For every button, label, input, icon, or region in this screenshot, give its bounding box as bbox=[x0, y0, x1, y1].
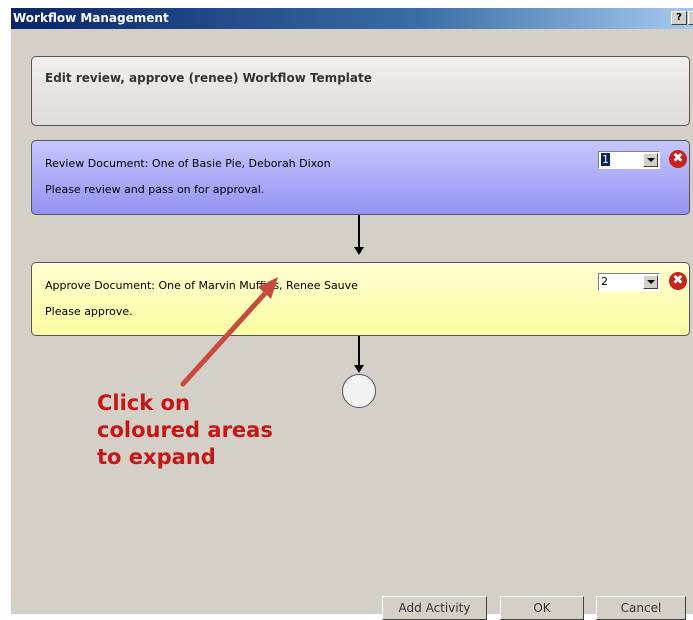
chevron-down-icon[interactable] bbox=[643, 153, 658, 167]
flow-arrow-icon bbox=[354, 365, 364, 373]
activity-description: Please review and pass on for approval. bbox=[45, 183, 265, 196]
title-bar: Workflow Management ? ✕ bbox=[11, 8, 693, 29]
annotation-line: coloured areas bbox=[97, 418, 273, 442]
activity-order-select[interactable]: 2 bbox=[598, 273, 660, 291]
activity-title: Approve Document: One of Marvin Muffins,… bbox=[45, 279, 358, 292]
ok-button[interactable]: OK bbox=[500, 596, 584, 620]
order-value: 1 bbox=[601, 153, 610, 166]
flow-connector-line bbox=[358, 336, 360, 366]
template-header-panel[interactable]: Edit review, approve (renee) Workflow Te… bbox=[31, 56, 690, 126]
flow-arrow-icon bbox=[354, 247, 364, 255]
activity-panel-review[interactable]: Review Document: One of Basie Pie, Debor… bbox=[31, 140, 690, 215]
annotation-line: to expand bbox=[97, 445, 216, 469]
chevron-down-icon[interactable] bbox=[643, 275, 658, 289]
workflow-management-window: Workflow Management ? ✕ Edit review, app… bbox=[10, 8, 693, 614]
delete-activity-icon[interactable]: ✖ bbox=[669, 272, 687, 290]
activity-panel-approve[interactable]: Approve Document: One of Marvin Muffins,… bbox=[31, 262, 690, 336]
add-activity-button[interactable]: Add Activity bbox=[382, 596, 487, 620]
activity-title: Review Document: One of Basie Pie, Debor… bbox=[45, 157, 331, 170]
flow-connector-line bbox=[358, 215, 360, 248]
order-value: 2 bbox=[601, 275, 608, 288]
template-title: Edit review, approve (renee) Workflow Te… bbox=[45, 71, 372, 85]
annotation-line: Click on bbox=[97, 391, 190, 415]
window-title: Workflow Management bbox=[13, 11, 169, 25]
close-window-button[interactable]: ✕ bbox=[688, 11, 693, 25]
annotation-text: Click on coloured areas to expand bbox=[97, 390, 273, 471]
cancel-button[interactable]: Cancel bbox=[596, 596, 686, 620]
workflow-end-node bbox=[342, 374, 376, 408]
delete-activity-icon[interactable]: ✖ bbox=[669, 150, 687, 168]
activity-order-select[interactable]: 1 bbox=[598, 151, 660, 169]
activity-description: Please approve. bbox=[45, 305, 133, 318]
help-button[interactable]: ? bbox=[671, 11, 687, 25]
